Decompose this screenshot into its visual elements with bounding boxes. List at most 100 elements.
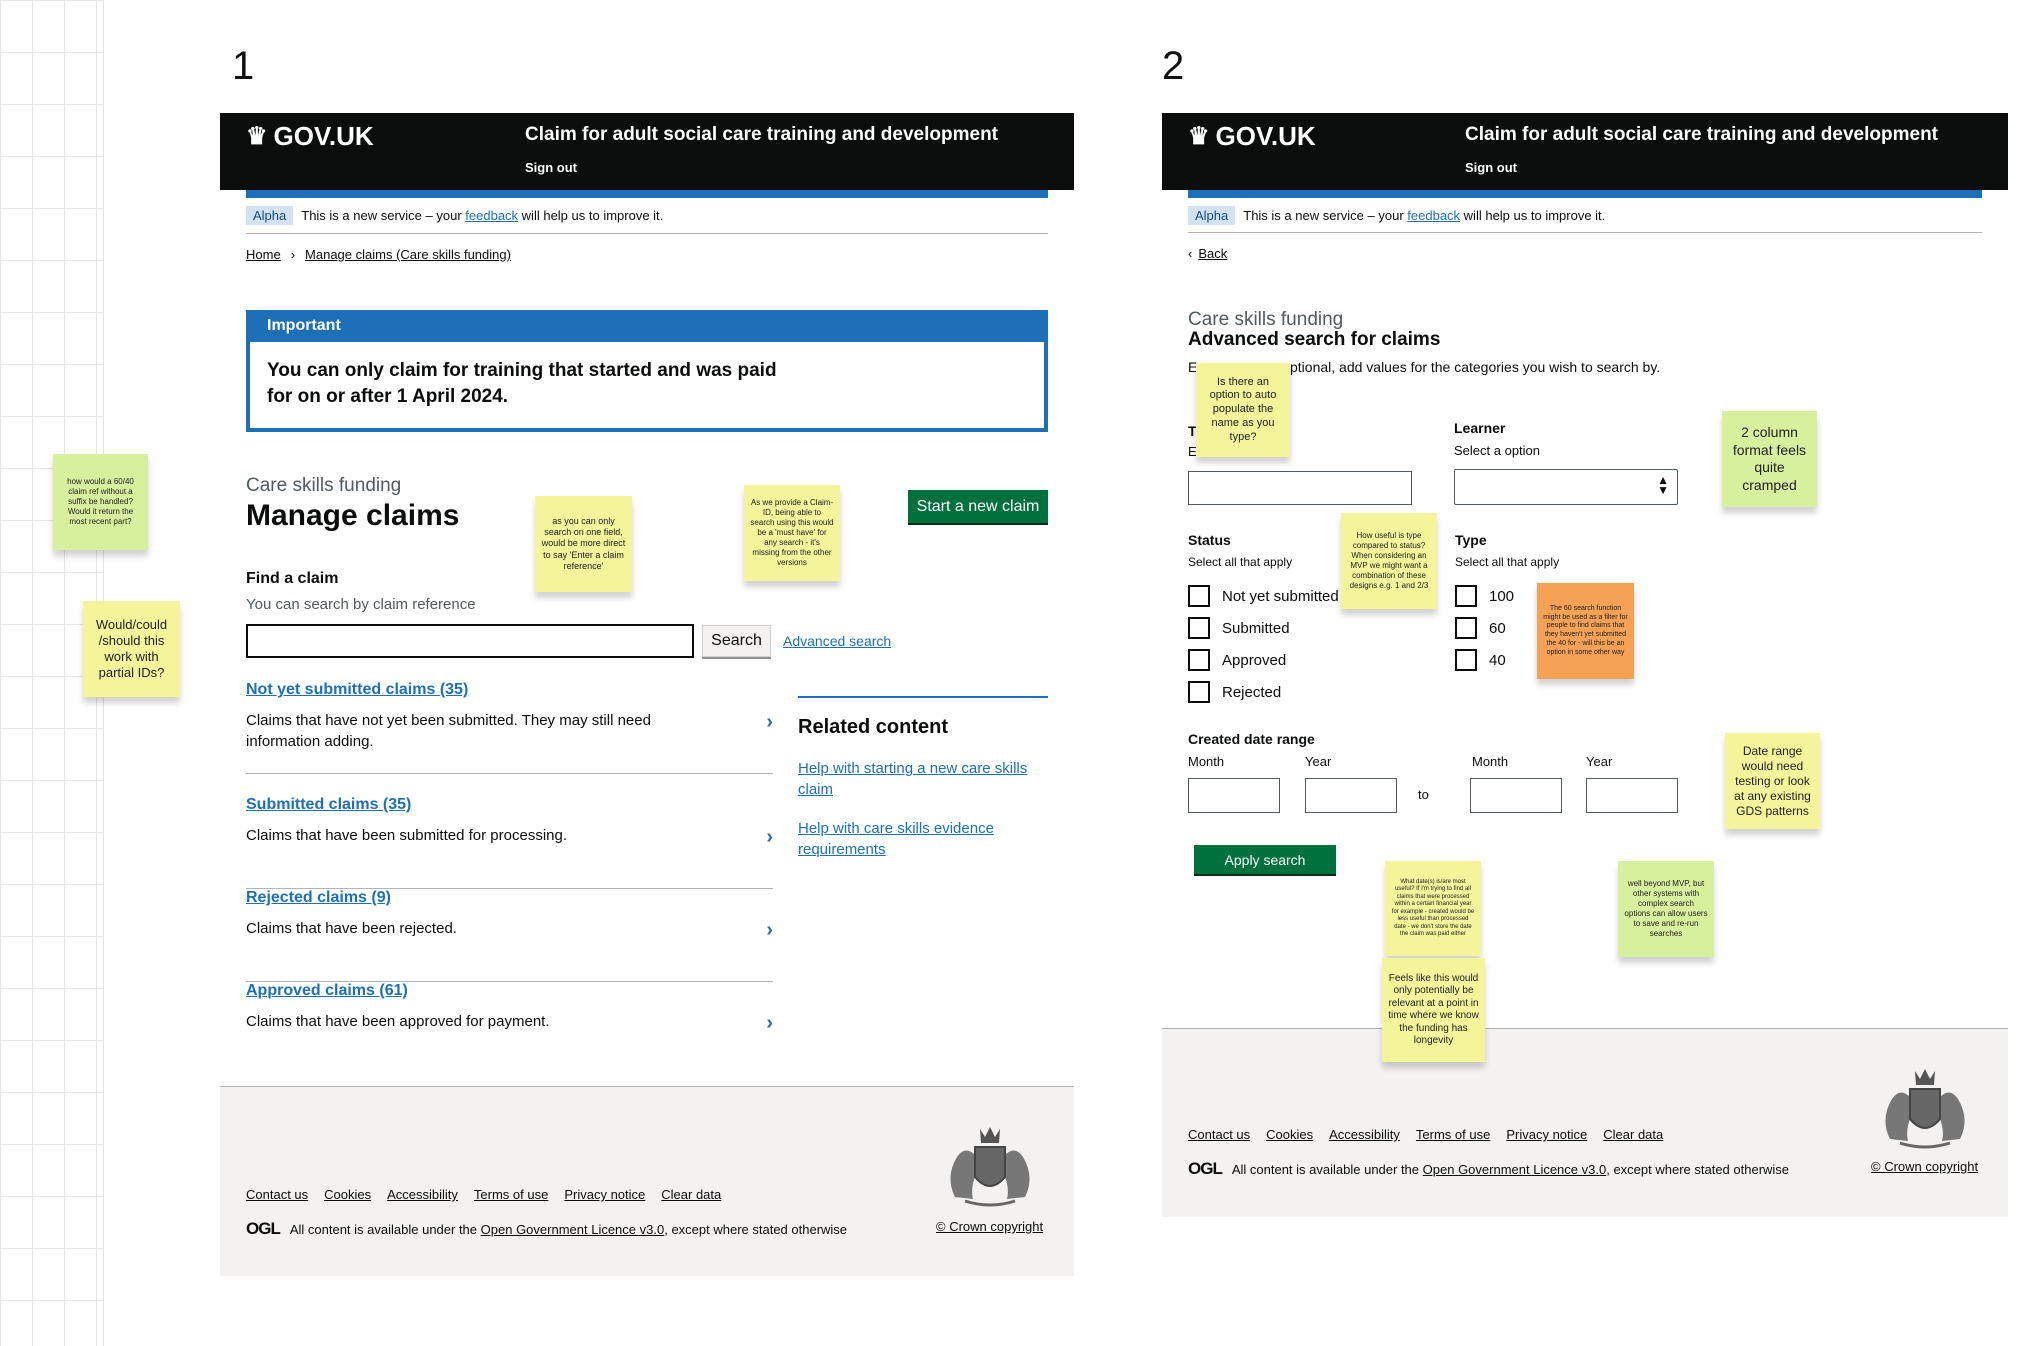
advanced-search-link[interactable]: Advanced search xyxy=(783,633,891,649)
from-year-input[interactable] xyxy=(1305,778,1397,813)
list-item[interactable]: Not yet submitted claims (35) Claims tha… xyxy=(246,681,773,774)
claim-link-approved[interactable]: Approved claims (61) xyxy=(246,982,408,1000)
page-title: Manage claims xyxy=(246,499,460,532)
service-name[interactable]: Claim for adult social care training and… xyxy=(1465,124,1938,146)
related-link-start-claim[interactable]: Help with starting a new care skills cla… xyxy=(798,758,1048,800)
claim-desc: Claims that have been submitted for proc… xyxy=(246,827,567,844)
checkbox[interactable] xyxy=(1188,585,1210,607)
header-blue-bar xyxy=(1188,190,1982,198)
important-banner: Important You can only claim for trainin… xyxy=(246,310,1048,432)
phase-text-after: will help us to improve it. xyxy=(521,208,664,223)
chevron-right-icon[interactable]: › xyxy=(766,826,773,849)
checkbox[interactable] xyxy=(1188,617,1210,639)
sticky-note[interactable]: 2 column format feels quite cramped xyxy=(1722,411,1817,507)
chevron-right-icon[interactable]: › xyxy=(766,1012,773,1035)
from-month-input[interactable] xyxy=(1188,778,1280,813)
sticky-note[interactable]: Is there an option to auto populate the … xyxy=(1196,363,1290,457)
sticky-note[interactable]: As we provide a Claim-ID, being able to … xyxy=(744,485,840,581)
learner-select[interactable]: ▲ ▼ xyxy=(1454,469,1678,505)
important-banner-body: You can only claim for training that sta… xyxy=(267,360,777,407)
footer-link-privacy[interactable]: Privacy notice xyxy=(1506,1127,1587,1142)
crown-copyright-link[interactable]: © Crown copyright xyxy=(936,1219,1043,1234)
status-option-submitted[interactable]: Submitted xyxy=(1188,617,1290,639)
licence-after: , except where stated otherwise xyxy=(664,1221,848,1237)
chevron-left-icon: ‹ xyxy=(1188,246,1193,261)
back-link-label[interactable]: Back xyxy=(1198,246,1227,261)
licence-after: , except where stated otherwise xyxy=(1606,1161,1790,1177)
breadcrumb-manage-claims[interactable]: Manage claims (Care skills funding) xyxy=(305,247,511,262)
crown-copyright-link[interactable]: © Crown copyright xyxy=(1871,1159,1978,1174)
ogl-logo: OGL xyxy=(246,1219,281,1238)
sticky-note[interactable]: The 60 search function might be used as … xyxy=(1537,583,1634,679)
service-name[interactable]: Claim for adult social care training and… xyxy=(525,124,998,146)
footer-link-cookies[interactable]: Cookies xyxy=(1266,1127,1313,1142)
claim-search-input[interactable] xyxy=(246,624,694,658)
chevron-right-icon[interactable]: › xyxy=(766,919,773,942)
footer-link-cookies[interactable]: Cookies xyxy=(324,1187,371,1202)
sticky-note[interactable]: Date range would need testing or look at… xyxy=(1725,733,1820,829)
learner-text-input[interactable] xyxy=(1188,471,1412,505)
checkbox[interactable] xyxy=(1455,617,1477,639)
list-item[interactable]: Rejected claims (9) Claims that have bee… xyxy=(246,889,773,982)
status-option-approved[interactable]: Approved xyxy=(1188,649,1286,671)
govuk-logo[interactable]: ♛ GOV.UK xyxy=(246,121,374,152)
status-hint: Select all that apply xyxy=(1188,555,1293,569)
to-year-input[interactable] xyxy=(1586,778,1678,813)
checkbox[interactable] xyxy=(1455,649,1477,671)
status-option-rejected[interactable]: Rejected xyxy=(1188,681,1281,703)
sticky-note[interactable]: as you can only search on one field, wou… xyxy=(535,496,632,592)
feedback-link[interactable]: feedback xyxy=(1407,208,1460,223)
sticky-note[interactable]: What date(s) is/are most useful? If I'm … xyxy=(1385,861,1481,956)
claim-link-not-submitted[interactable]: Not yet submitted claims (35) xyxy=(246,681,468,699)
footer-link-terms[interactable]: Terms of use xyxy=(1416,1127,1490,1142)
type-option-40[interactable]: 40 xyxy=(1455,649,1506,671)
start-new-claim-button[interactable]: Start a new claim xyxy=(908,490,1048,523)
breadcrumb-home[interactable]: Home xyxy=(246,247,281,262)
list-item[interactable]: Submitted claims (35) Claims that have b… xyxy=(246,796,773,889)
related-link-evidence[interactable]: Help with care skills evidence requireme… xyxy=(798,818,1048,860)
list-item[interactable]: Approved claims (61) Claims that have be… xyxy=(246,982,773,1075)
sticky-note[interactable]: How useful is type compared to status? W… xyxy=(1341,513,1437,609)
sticky-note[interactable]: Feels like this would only potentially b… xyxy=(1382,958,1485,1062)
licence-link[interactable]: Open Government Licence v3.0 xyxy=(1423,1162,1607,1177)
footer-link-clear-data[interactable]: Clear data xyxy=(1603,1127,1663,1142)
apply-search-button[interactable]: Apply search xyxy=(1194,845,1336,874)
sticky-note[interactable]: Would/could /should this work with parti… xyxy=(83,601,180,697)
checkbox[interactable] xyxy=(1188,681,1210,703)
chevron-right-icon[interactable]: › xyxy=(766,711,773,734)
search-button[interactable]: Search xyxy=(702,625,771,657)
feedback-link[interactable]: feedback xyxy=(465,208,518,223)
frame-number-2: 2 xyxy=(1162,44,1185,88)
intro-text: ptional, add values for the categories y… xyxy=(1290,359,1661,375)
footer-link-accessibility[interactable]: Accessibility xyxy=(1329,1127,1400,1142)
licence-text: All content is available under the Open … xyxy=(290,1222,847,1237)
phase-text-after: will help us to improve it. xyxy=(1463,208,1606,223)
sticky-note[interactable]: well beyond MVP, but other systems with … xyxy=(1618,861,1714,957)
footer-links: Contact us Cookies Accessibility Terms o… xyxy=(246,1187,721,1202)
govuk-logo[interactable]: ♛ GOV.UK xyxy=(1188,121,1316,152)
checkbox[interactable] xyxy=(1455,585,1477,607)
footer-link-contact[interactable]: Contact us xyxy=(246,1187,308,1202)
page-caption: Care skills funding xyxy=(1188,309,1344,330)
footer-link-contact[interactable]: Contact us xyxy=(1188,1127,1250,1142)
sign-out-link[interactable]: Sign out xyxy=(525,160,577,175)
type-option-60[interactable]: 60 xyxy=(1455,617,1506,639)
related-divider xyxy=(798,696,1048,698)
back-link[interactable]: ‹ Back xyxy=(1188,246,1227,261)
footer-link-privacy[interactable]: Privacy notice xyxy=(564,1187,645,1202)
chevron-right-icon: › xyxy=(290,247,296,262)
status-option-not-submitted[interactable]: Not yet submitted xyxy=(1188,585,1339,607)
checkbox[interactable] xyxy=(1188,649,1210,671)
checkbox-label: 60 xyxy=(1489,619,1506,637)
footer-link-clear-data[interactable]: Clear data xyxy=(661,1187,721,1202)
sign-out-link[interactable]: Sign out xyxy=(1465,160,1517,175)
claim-link-submitted[interactable]: Submitted claims (35) xyxy=(246,796,411,814)
header-blue-bar xyxy=(246,190,1048,198)
sticky-note[interactable]: how would a 60/40 claim ref without a su… xyxy=(53,454,148,550)
footer-link-accessibility[interactable]: Accessibility xyxy=(387,1187,458,1202)
footer-link-terms[interactable]: Terms of use xyxy=(474,1187,548,1202)
to-month-input[interactable] xyxy=(1470,778,1562,813)
licence-link[interactable]: Open Government Licence v3.0 xyxy=(481,1222,665,1237)
type-option-100[interactable]: 100 xyxy=(1455,585,1514,607)
claim-link-rejected[interactable]: Rejected claims (9) xyxy=(246,889,391,907)
